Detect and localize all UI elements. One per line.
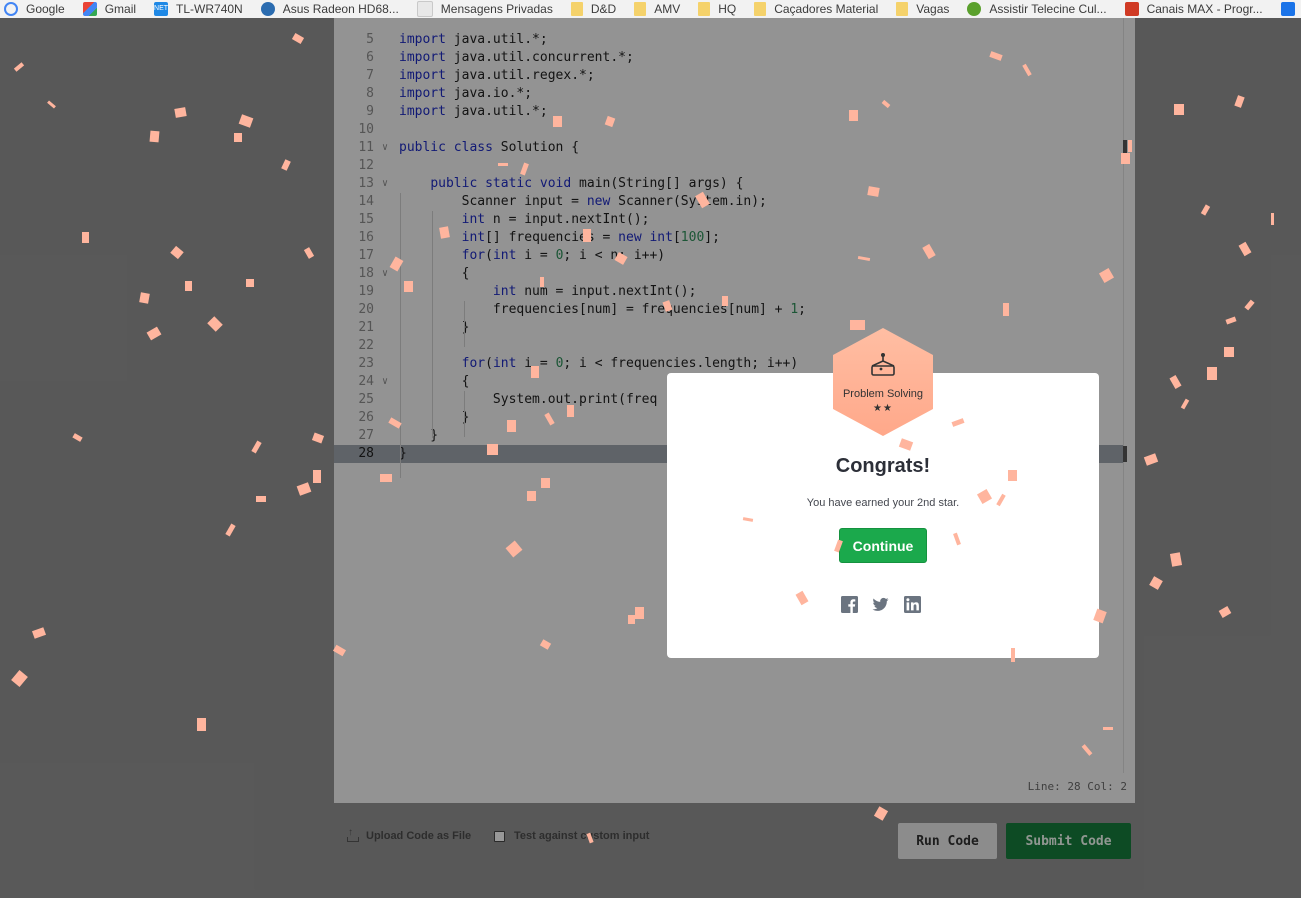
bookmark-label: AMV	[654, 2, 681, 16]
twitter-icon[interactable]	[872, 596, 889, 613]
bookmark-item[interactable]: Caçadores Material	[754, 0, 878, 18]
bookmark-item[interactable]: D&D	[570, 0, 617, 18]
bookmark-label: Asus Radeon HD68...	[282, 2, 399, 16]
facebook-icon[interactable]	[841, 596, 858, 613]
congrats-title: Congrats!	[835, 455, 931, 477]
bookmark-label: Canais MAX - Progr...	[1146, 2, 1263, 16]
bookmark-label: HQ	[718, 2, 737, 16]
bookmark-item[interactable]: Asus Radeon HD68...	[260, 0, 399, 18]
message-icon	[416, 1, 433, 17]
badge-joystick-icon	[871, 353, 895, 376]
bookmark-item[interactable]: Canais MAX - Progr...	[1124, 0, 1263, 18]
bookmark-item[interactable]: C	[1280, 0, 1301, 18]
bookmark-item[interactable]: Mensagens Privadas	[416, 0, 553, 18]
bookmark-item[interactable]: AMV	[634, 0, 680, 18]
amd-icon	[260, 2, 275, 16]
folder-icon	[754, 2, 767, 16]
linkedin-icon[interactable]	[904, 596, 921, 613]
folder-icon	[698, 2, 711, 16]
bookmark-label: Google	[26, 2, 65, 16]
bookmark-label: Vagas	[916, 2, 950, 16]
bookmark-label: D&D	[590, 2, 617, 16]
max-icon	[1124, 2, 1139, 16]
folder-icon	[570, 2, 583, 16]
bookmark-item[interactable]: Assistir Telecine Cul...	[967, 0, 1107, 18]
congrats-message: You have earned your 2nd star.	[806, 497, 960, 509]
bookmark-label: Caçadores Material	[774, 2, 879, 16]
badge-title: Problem Solving	[842, 388, 924, 400]
continue-button[interactable]: Continue	[839, 528, 927, 563]
bookmark-label: TL-WR740N	[176, 2, 243, 16]
folder-icon	[634, 2, 647, 16]
bookmark-label: Mensagens Privadas	[440, 2, 553, 16]
bookmark-label: Assistir Telecine Cul...	[989, 2, 1107, 16]
bookmark-item[interactable]: HQ	[698, 0, 736, 18]
google-icon	[4, 2, 18, 16]
bookmark-item[interactable]: Vagas	[896, 0, 949, 18]
bookmark-item[interactable]: NET TL-WR740N	[154, 0, 243, 18]
bookmarks-bar: Google Gmail NET TL-WR740N Asus Radeon HD68.…	[0, 0, 1301, 18]
app-icon	[1280, 2, 1295, 16]
tv-icon	[967, 2, 982, 16]
folder-icon	[896, 2, 909, 16]
bookmark-item[interactable]: Google	[4, 0, 65, 18]
bookmark-label: Gmail	[104, 2, 137, 16]
modal-backdrop[interactable]	[0, 18, 1301, 898]
badge-stars: ★★	[873, 403, 893, 414]
gmail-icon	[82, 2, 97, 16]
bookmark-item[interactable]: Gmail	[82, 0, 137, 18]
net-icon: NET	[154, 2, 169, 16]
